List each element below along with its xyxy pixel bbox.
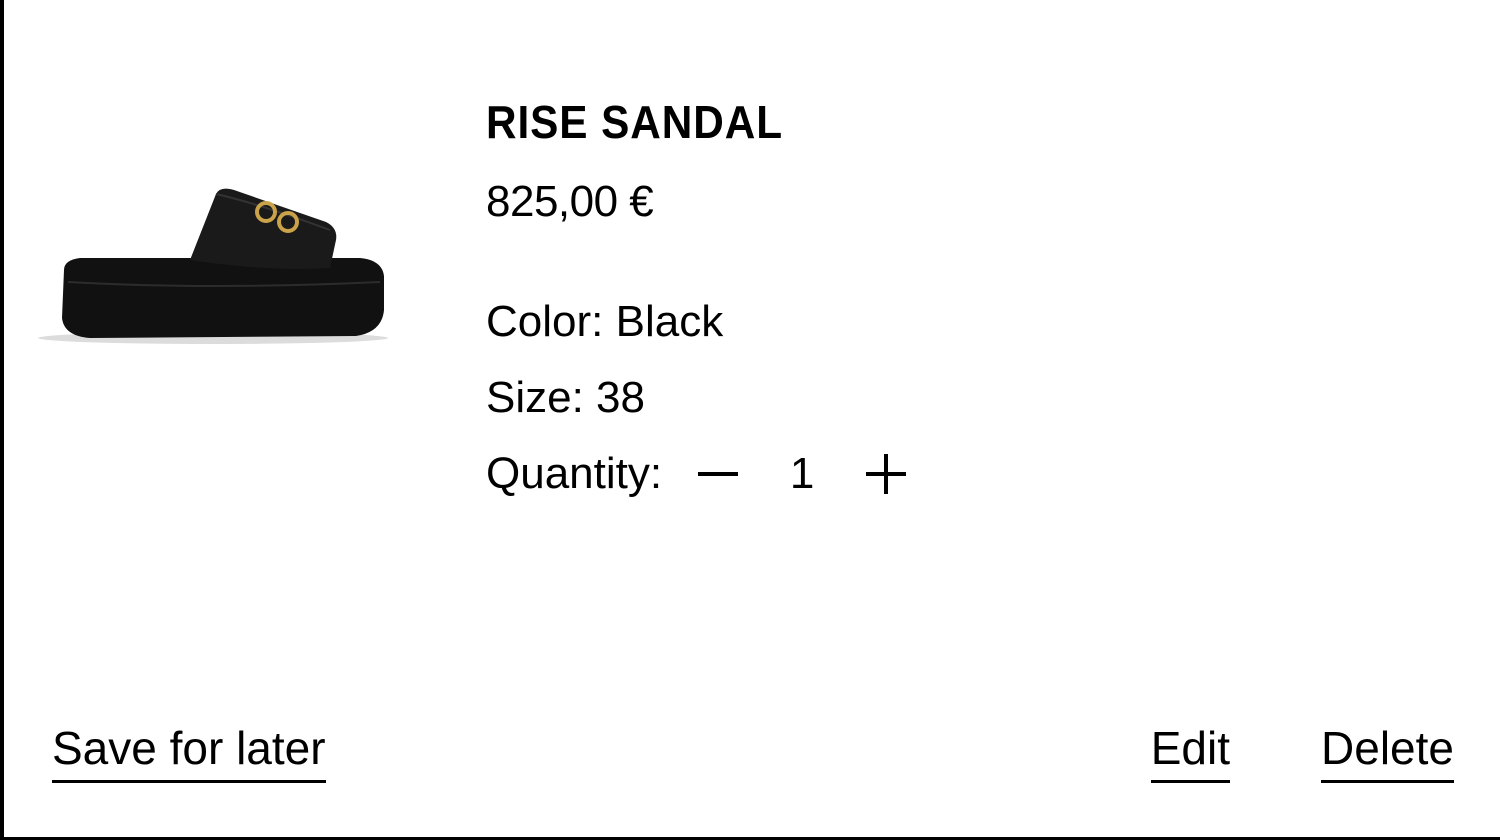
- quantity-value: 1: [789, 449, 815, 498]
- product-image[interactable]: [30, 160, 396, 360]
- product-price: 825,00 €: [486, 177, 654, 226]
- cart-item-card: RISE SANDAL 825,00 € Color: Black Size: …: [0, 0, 1500, 840]
- edit-link[interactable]: Edit: [1150, 718, 1230, 783]
- save-for-later-link[interactable]: Save for later: [52, 718, 326, 783]
- quantity-label: Quantity:: [486, 449, 663, 498]
- delete-link[interactable]: Delete: [1321, 718, 1454, 783]
- product-details: RISE SANDAL 825,00 € Color: Black Size: …: [486, 92, 908, 502]
- plus-icon: [866, 454, 907, 494]
- product-color: Color: Black: [486, 297, 724, 346]
- minus-icon: [698, 472, 739, 476]
- decrement-button[interactable]: [696, 452, 740, 496]
- quantity-stepper: Quantity: 1: [486, 446, 908, 502]
- product-size: Size: 38: [486, 373, 645, 422]
- increment-button[interactable]: [864, 452, 908, 496]
- product-name[interactable]: RISE SANDAL: [486, 92, 874, 152]
